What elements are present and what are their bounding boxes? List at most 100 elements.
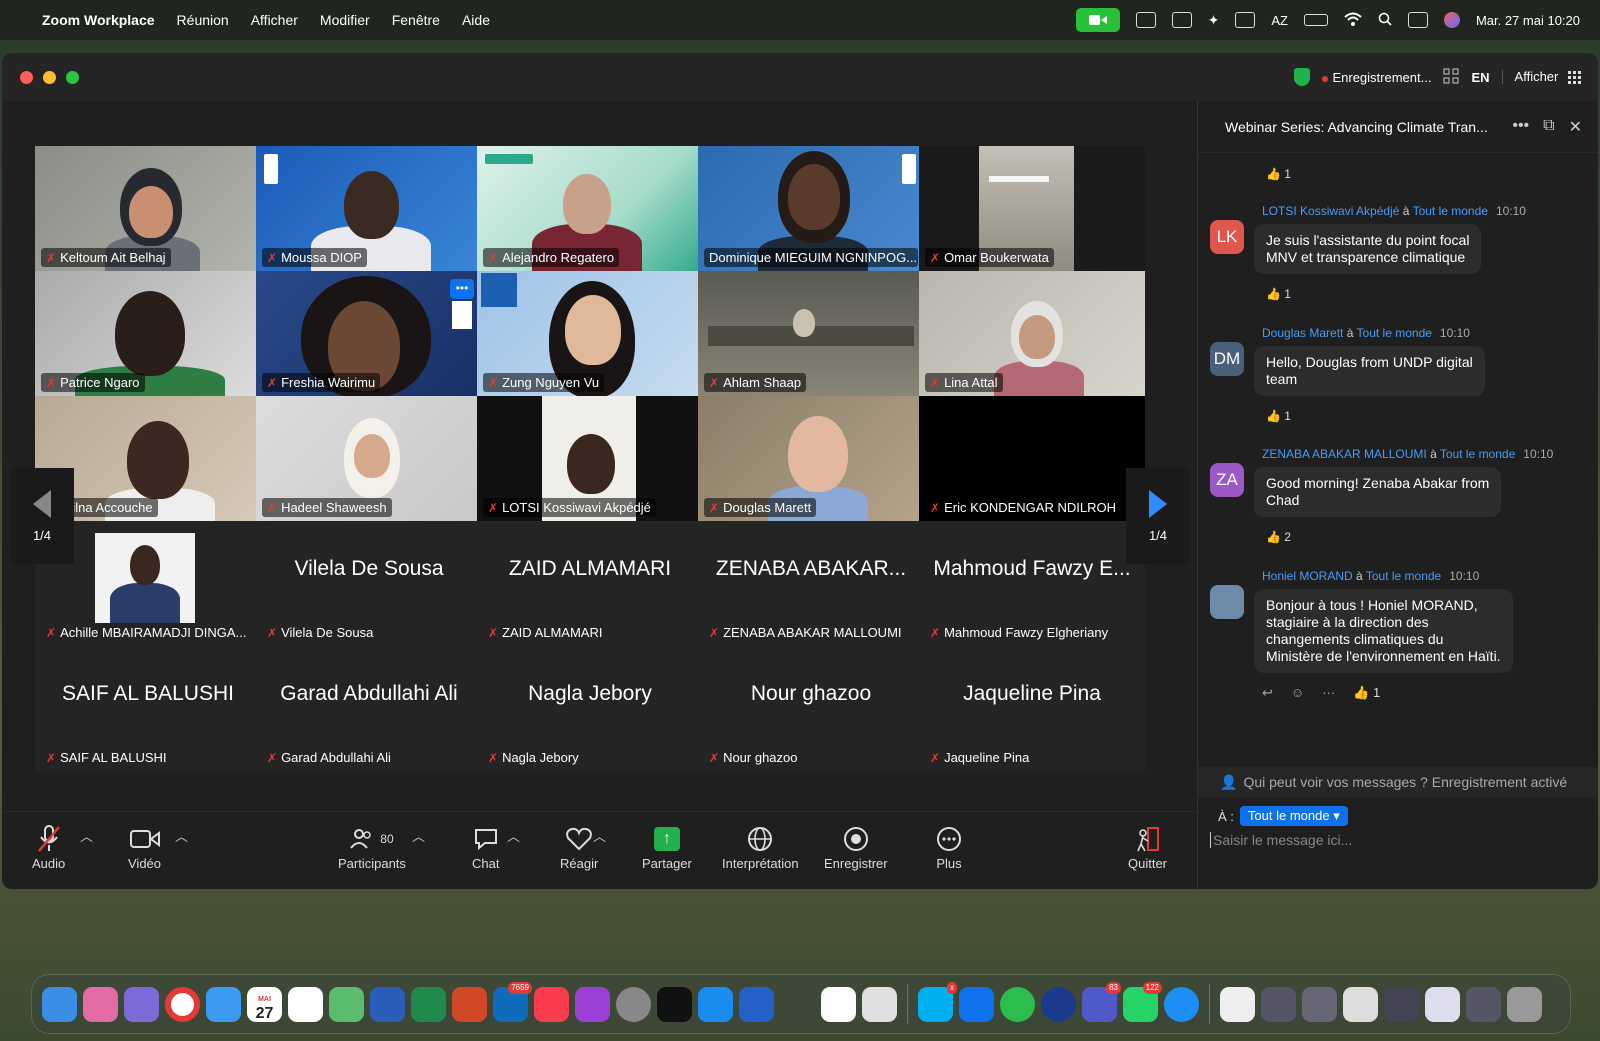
participant-tile[interactable]: ZENABA ABAKAR... ✗ ZENABA ABAKAR MALLOUMI	[698, 521, 924, 648]
window-thumbnail[interactable]	[1425, 986, 1460, 1022]
message-reaction[interactable]: 👍 1	[1266, 409, 1291, 423]
notes-icon[interactable]	[862, 986, 897, 1022]
sender-name[interactable]: Honiel MORAND	[1262, 569, 1353, 583]
window-thumbnail[interactable]	[1302, 986, 1337, 1022]
extension-app-icon[interactable]	[83, 986, 118, 1022]
avatar-photo[interactable]	[1210, 585, 1244, 619]
recipient-dropdown[interactable]: Tout le monde ▾	[1239, 806, 1348, 826]
siri-icon[interactable]	[1443, 12, 1460, 28]
participant-tile[interactable]: ✗ LOTSI Kossiwavi Akpédjé	[477, 396, 703, 523]
calendar-icon[interactable]: MAI 27	[247, 986, 282, 1022]
reminders-icon[interactable]	[288, 986, 323, 1022]
keyboard-layout[interactable]: AZ	[1271, 13, 1288, 28]
avatar[interactable]: DM	[1210, 342, 1244, 376]
record-button[interactable]: Enregistrer	[824, 822, 888, 871]
sender-name[interactable]: LOTSI Kossiwavi Akpédjé	[1262, 204, 1399, 218]
pop-out-icon[interactable]: ⧉	[1543, 117, 1554, 137]
freeform-icon[interactable]	[821, 986, 856, 1022]
more-actions-icon[interactable]: ···	[1322, 685, 1335, 701]
control-center-icon[interactable]	[1407, 12, 1428, 28]
chrome-icon[interactable]	[165, 986, 200, 1022]
menubar-datetime[interactable]: Mar. 27 mai 10:20	[1476, 13, 1580, 28]
participant-tile[interactable]: ✗ Douglas Marett	[698, 396, 924, 523]
menu-modifier[interactable]: Modifier	[320, 12, 370, 28]
message-bubble[interactable]: Hello, Douglas from UNDP digital team	[1254, 346, 1485, 396]
drive-icon[interactable]	[1171, 12, 1192, 28]
music-icon[interactable]	[534, 986, 569, 1022]
language-button[interactable]: EN	[1471, 70, 1489, 85]
message-reaction[interactable]: 👍 1	[1353, 685, 1380, 701]
recording-indicator[interactable]: Enregistrement...	[1322, 70, 1431, 85]
minimize-window-button[interactable]	[43, 70, 56, 84]
more-options-icon[interactable]: •••	[1512, 117, 1529, 137]
window-thumbnail[interactable]	[1261, 986, 1296, 1022]
teams-icon[interactable]: 83	[1082, 981, 1121, 1022]
message-bubble[interactable]: Bonjour à tous ! Honiel MORAND, stagiaire…	[1254, 589, 1513, 673]
memory-icon[interactable]	[1235, 12, 1256, 28]
apple-tv-icon[interactable]	[657, 986, 692, 1022]
maps-icon[interactable]	[329, 986, 364, 1022]
app-store-icon[interactable]	[698, 986, 733, 1022]
interpretation-button[interactable]: Interprétation	[722, 822, 799, 871]
whatsapp-icon[interactable]: 122	[1123, 981, 1162, 1022]
active-speaker-tile[interactable]: Dominique MIEGUIM NGNINPOG...	[698, 146, 924, 273]
share-button[interactable]: ↑ Partager	[642, 822, 692, 871]
window-thumbnail[interactable]	[1466, 986, 1501, 1022]
participant-tile[interactable]: ✗ Hadeel Shaweesh	[256, 396, 482, 523]
message-bubble[interactable]: Good morning! Zenaba Abakar from Chad	[1254, 467, 1502, 517]
reply-icon[interactable]: ↩	[1262, 685, 1273, 701]
close-icon[interactable]: ✕	[1569, 117, 1582, 137]
participant-tile[interactable]: ✗ Keltoum Ait Belhaj	[35, 146, 261, 273]
avatar[interactable]: LK	[1210, 220, 1244, 254]
message-reaction[interactable]: 👍 1	[1266, 167, 1291, 181]
chat-chevron-icon[interactable]: ︿	[507, 826, 520, 845]
participant-tile[interactable]: SAIF AL BALUSHI ✗ SAIF AL BALUSHI	[35, 646, 261, 773]
zoom-icon[interactable]	[959, 986, 994, 1022]
powerpoint-icon[interactable]	[452, 986, 487, 1022]
react-chevron-icon[interactable]: ︿	[593, 826, 606, 845]
more-options-button[interactable]: •••	[450, 279, 474, 299]
leave-meeting-button[interactable]: Quitter	[1128, 822, 1167, 871]
participant-tile[interactable]: ZAID ALMAMARI ✗ ZAID ALMAMARI	[477, 521, 703, 648]
menu-reunion[interactable]: Réunion	[177, 12, 229, 28]
participant-tile[interactable]: ✗ Omar Boukerwata	[919, 146, 1145, 273]
participants-button[interactable]: 80 Participants	[338, 822, 406, 871]
menu-app-name[interactable]: Zoom Workplace	[42, 12, 155, 28]
participant-tile[interactable]: ✗ Ahlam Shaap	[698, 271, 924, 398]
zoom-video-status-icon[interactable]	[1075, 8, 1120, 32]
extension-icon[interactable]	[1135, 12, 1156, 28]
excel-icon[interactable]	[411, 986, 446, 1022]
menu-fenetre[interactable]: Fenêtre	[392, 12, 440, 28]
word-icon[interactable]	[370, 986, 405, 1022]
participant-tile[interactable]: ✗ Eric KONDENGAR NDILROH	[919, 396, 1145, 523]
wifi-icon[interactable]	[1344, 12, 1362, 29]
audio-options-chevron-icon[interactable]: ︿	[80, 826, 93, 845]
participant-tile[interactable]: ✗ Zung Nguyen Vu	[477, 271, 703, 398]
add-reaction-icon[interactable]: ☺	[1291, 685, 1304, 701]
participant-tile[interactable]: ••• ✗ Freshia Wairimu	[256, 271, 482, 398]
message-reaction[interactable]: 👍 2	[1266, 530, 1291, 544]
previous-page-button[interactable]: 1/4	[10, 468, 74, 564]
participant-tile[interactable]: Garad Abdullahi Ali ✗ Garad Abdullahi Ali	[256, 646, 482, 773]
participant-tile[interactable]: Jaqueline Pina ✗ Jaqueline Pina	[919, 646, 1145, 773]
participant-tile[interactable]: Mahmoud Fawzy E... ✗ Mahmoud Fawzy Elgher…	[919, 521, 1145, 648]
next-page-button[interactable]: 1/4	[1126, 468, 1190, 564]
participant-tile[interactable]: ✗ Lina Attal	[919, 271, 1145, 398]
audio-button[interactable]: Audio	[32, 822, 65, 871]
search-icon[interactable]	[1378, 12, 1392, 29]
participant-tile[interactable]: ✗ Moussa DIOP	[256, 146, 482, 273]
more-button[interactable]: Plus	[936, 822, 962, 871]
grid-layout-icon[interactable]	[1443, 68, 1459, 87]
message-bubble[interactable]: Je suis l'assistante du point focal MNV e…	[1254, 224, 1482, 274]
podcasts-icon[interactable]	[575, 986, 610, 1022]
window-thumbnail[interactable]	[1384, 986, 1419, 1022]
upwork-icon[interactable]	[1000, 986, 1035, 1022]
participant-tile[interactable]: Nour ghazoo ✗ Nour ghazoo	[698, 646, 924, 773]
sender-name[interactable]: Douglas Marett	[1262, 326, 1343, 340]
outlook-icon[interactable]: 7659	[493, 981, 532, 1022]
chat-message-input[interactable]: Saisir le message ici...	[1210, 832, 1580, 848]
video-options-chevron-icon[interactable]: ︿	[175, 826, 188, 845]
window-thumbnail[interactable]	[1343, 986, 1378, 1022]
encryption-shield-icon[interactable]	[1294, 68, 1311, 86]
skype-icon[interactable]: x	[918, 981, 957, 1022]
